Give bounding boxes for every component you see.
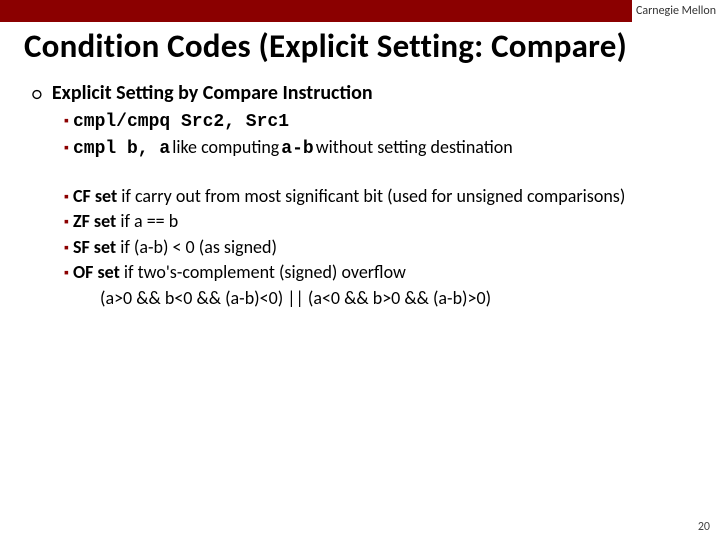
square-bullet-icon: ▪ — [64, 190, 69, 204]
square-bullet-icon: ▪ — [64, 215, 69, 229]
spacer — [28, 164, 692, 182]
bullet-group-1: ▪ cmpl/cmpq Src2, Src1 ▪ cmpl b, a like … — [64, 111, 692, 161]
section-heading-row: ○ Explicit Setting by Compare Instructio… — [32, 81, 692, 105]
text: if two's-complement (signed) overflow — [120, 261, 406, 283]
bullet-zf: ▪ ZF set if a == b — [64, 210, 692, 233]
square-bullet-icon: ▪ — [64, 114, 69, 128]
bullet-cmp-syntax: ▪ cmpl/cmpq Src2, Src1 — [64, 111, 692, 134]
flag-name: CF set — [73, 185, 117, 207]
page-number: 20 — [698, 520, 710, 534]
brand-label: Carnegie Mellon — [636, 4, 716, 18]
text: if (a-b) < 0 (as signed) — [116, 236, 277, 258]
flag-name: OF set — [73, 261, 120, 283]
flag-name: ZF set — [73, 210, 116, 232]
square-bullet-icon: ▪ — [64, 141, 69, 155]
text: without setting destination — [316, 136, 513, 159]
bullet-sf: ▪ SF set if (a-b) < 0 (as signed) — [64, 236, 692, 259]
section-heading: Explicit Setting by Compare Instruction — [52, 81, 373, 105]
text: like computing — [172, 136, 279, 159]
code-text: cmpl b, a — [73, 138, 170, 161]
brand-box: Carnegie Mellon — [632, 0, 720, 22]
hollow-circle-bullet-icon: ○ — [32, 85, 42, 103]
text: if a == b — [116, 210, 178, 232]
slide: Carnegie Mellon Condition Codes (Explici… — [0, 0, 720, 540]
code-text: cmpl/cmpq Src2, Src1 — [73, 111, 289, 134]
bullet-cf: ▪ CF set if carry out from most signific… — [64, 185, 692, 208]
square-bullet-icon: ▪ — [64, 241, 69, 255]
flag-name: SF set — [73, 236, 116, 258]
bullet-of: ▪ OF set if two's-complement (signed) ov… — [64, 261, 692, 284]
text: if carry out from most significant bit (… — [117, 185, 625, 207]
square-bullet-icon: ▪ — [64, 266, 69, 280]
bullet-cmp-explain: ▪ cmpl b, a like computing a-b without s… — [64, 136, 692, 161]
of-condition-expr: (a>0 && b<0 && (a-b)<0) || (a<0 && b>0 &… — [100, 287, 692, 310]
slide-title: Condition Codes (Explicit Setting: Compa… — [0, 22, 720, 75]
code-text: a-b — [281, 138, 313, 161]
top-bar: Carnegie Mellon — [0, 0, 720, 22]
bullet-group-2: ▪ CF set if carry out from most signific… — [64, 185, 692, 310]
slide-body: ○ Explicit Setting by Compare Instructio… — [0, 81, 720, 310]
